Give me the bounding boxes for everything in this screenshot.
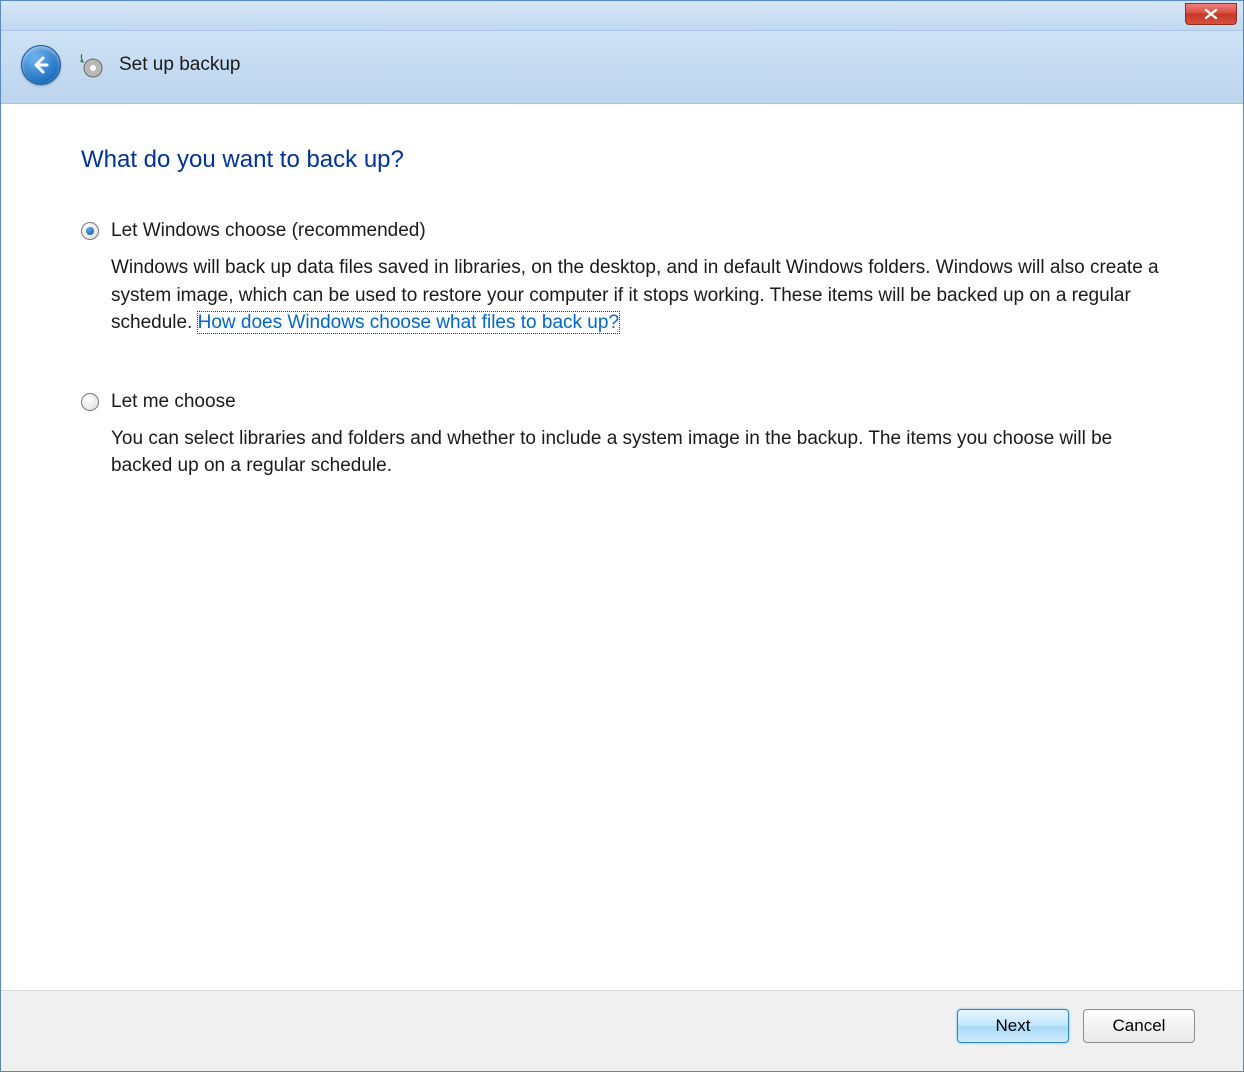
back-arrow-icon (31, 55, 51, 75)
back-button[interactable] (21, 45, 61, 85)
footer: Next Cancel (1, 990, 1243, 1071)
option-label: Let Windows choose (recommended) (111, 220, 426, 242)
backup-wizard-icon (75, 50, 105, 80)
close-icon (1203, 8, 1219, 20)
content-area: What do you want to back up? Let Windows… (1, 104, 1243, 990)
next-button[interactable]: Next (957, 1009, 1069, 1043)
radio-let-me-choose[interactable] (81, 393, 99, 411)
option-label: Let me choose (111, 391, 236, 413)
option-description: Windows will back up data files saved in… (111, 254, 1163, 337)
page-heading: What do you want to back up? (81, 146, 1163, 174)
titlebar (1, 1, 1243, 31)
nav-row: Set up backup (1, 31, 1243, 104)
wizard-title: Set up backup (119, 54, 240, 76)
option-let-me-choose[interactable]: Let me choose You can select libraries a… (81, 391, 1163, 480)
cancel-button[interactable]: Cancel (1083, 1009, 1195, 1043)
option-head: Let me choose (81, 391, 1163, 413)
option-description: You can select libraries and folders and… (111, 425, 1163, 480)
close-button[interactable] (1185, 3, 1237, 25)
option-windows-choose[interactable]: Let Windows choose (recommended) Windows… (81, 220, 1163, 337)
help-link[interactable]: How does Windows choose what files to ba… (198, 312, 619, 333)
option-head: Let Windows choose (recommended) (81, 220, 1163, 242)
radio-windows-choose[interactable] (81, 222, 99, 240)
wizard-window: Set up backup What do you want to back u… (0, 0, 1244, 1072)
